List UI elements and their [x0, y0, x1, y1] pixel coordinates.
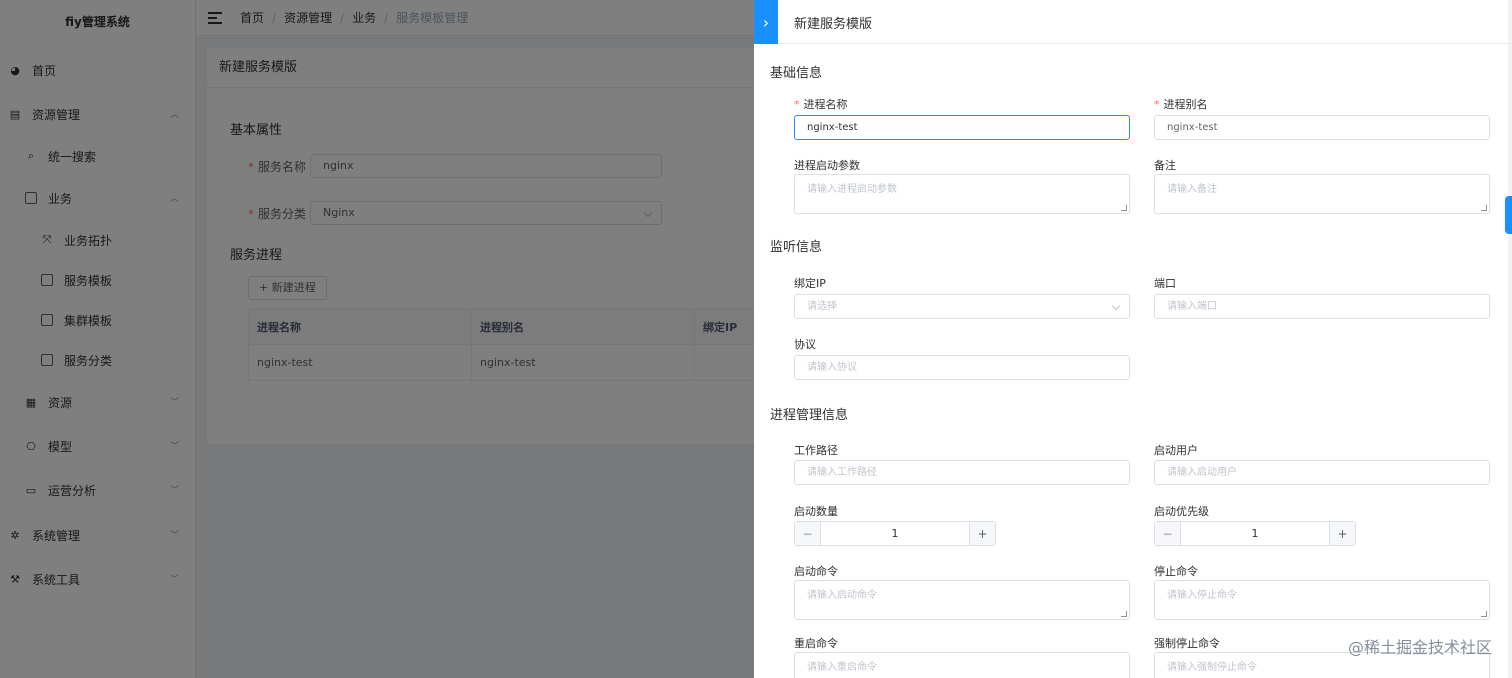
plus-icon[interactable]: + — [969, 522, 995, 545]
start-user-input[interactable]: 请输入启动用户 — [1154, 460, 1490, 485]
restart-cmd-textarea[interactable]: 请输入重启命令 — [794, 652, 1130, 678]
force-stop-cmd-label: 强制停止命令 — [1154, 637, 1220, 650]
new-process-drawer: › 新建服务模版 基础信息 * 进程名称 nginx-test * 进程别名 ngi… — [754, 0, 1512, 678]
work-path-input[interactable]: 请输入工作路径 — [794, 460, 1130, 485]
drawer-section-manage: 进程管理信息 — [770, 408, 849, 423]
remark-label: 备注 — [1154, 159, 1176, 172]
minus-icon[interactable]: − — [795, 522, 821, 545]
start-count-label: 启动数量 — [794, 505, 838, 518]
restart-cmd-label: 重启命令 — [794, 637, 838, 650]
chevron-down-icon — [1111, 301, 1121, 311]
protocol-label: 协议 — [794, 338, 816, 351]
resize-grip-icon[interactable] — [1121, 205, 1127, 211]
start-priority-stepper: − 1 + — [1154, 521, 1356, 546]
work-path-label: 工作路径 — [794, 444, 838, 457]
protocol-input[interactable]: 请输入协议 — [794, 355, 1130, 380]
bind-ip-label: 绑定IP — [794, 277, 826, 290]
start-params-label: 进程启动参数 — [794, 159, 860, 172]
start-user-label: 启动用户 — [1154, 444, 1198, 457]
remark-textarea[interactable]: 请输入备注 — [1154, 174, 1490, 214]
minus-icon[interactable]: − — [1155, 522, 1181, 545]
stop-cmd-label: 停止命令 — [1154, 565, 1198, 578]
drawer-title: 新建服务模版 — [794, 17, 873, 32]
drawer-section-basic: 基础信息 — [770, 66, 823, 81]
stop-cmd-textarea[interactable]: 请输入停止命令 — [1154, 580, 1490, 620]
drawer-header: › 新建服务模版 — [754, 0, 1512, 44]
process-alias-label: * 进程别名 — [1154, 98, 1208, 111]
chevron-right-icon[interactable]: › — [754, 0, 778, 44]
resize-grip-icon[interactable] — [1481, 205, 1487, 211]
plus-icon[interactable]: + — [1329, 522, 1355, 545]
start-priority-value[interactable]: 1 — [1181, 522, 1329, 545]
bind-ip-select[interactable]: 请选择 — [794, 294, 1130, 319]
process-name-input[interactable]: nginx-test — [794, 115, 1130, 140]
process-name-label: * 进程名称 — [794, 98, 848, 111]
drawer-scroll-track[interactable] — [1508, 0, 1512, 678]
process-alias-input[interactable]: nginx-test — [1154, 115, 1490, 140]
start-cmd-textarea[interactable]: 请输入启动命令 — [794, 580, 1130, 620]
start-cmd-label: 启动命令 — [794, 565, 838, 578]
drawer-section-listen: 监听信息 — [770, 240, 823, 255]
watermark: @稀土掘金技术社区 — [1347, 638, 1492, 657]
resize-grip-icon[interactable] — [1121, 611, 1127, 617]
start-params-textarea[interactable]: 请输入进程启动参数 — [794, 174, 1130, 214]
port-input[interactable]: 请输入端口 — [1154, 294, 1490, 319]
start-count-value[interactable]: 1 — [821, 522, 969, 545]
start-count-stepper: − 1 + — [794, 521, 996, 546]
port-label: 端口 — [1154, 277, 1176, 290]
start-priority-label: 启动优先级 — [1154, 505, 1209, 518]
drawer-scrollbar-thumb[interactable] — [1505, 196, 1512, 234]
resize-grip-icon[interactable] — [1481, 611, 1487, 617]
